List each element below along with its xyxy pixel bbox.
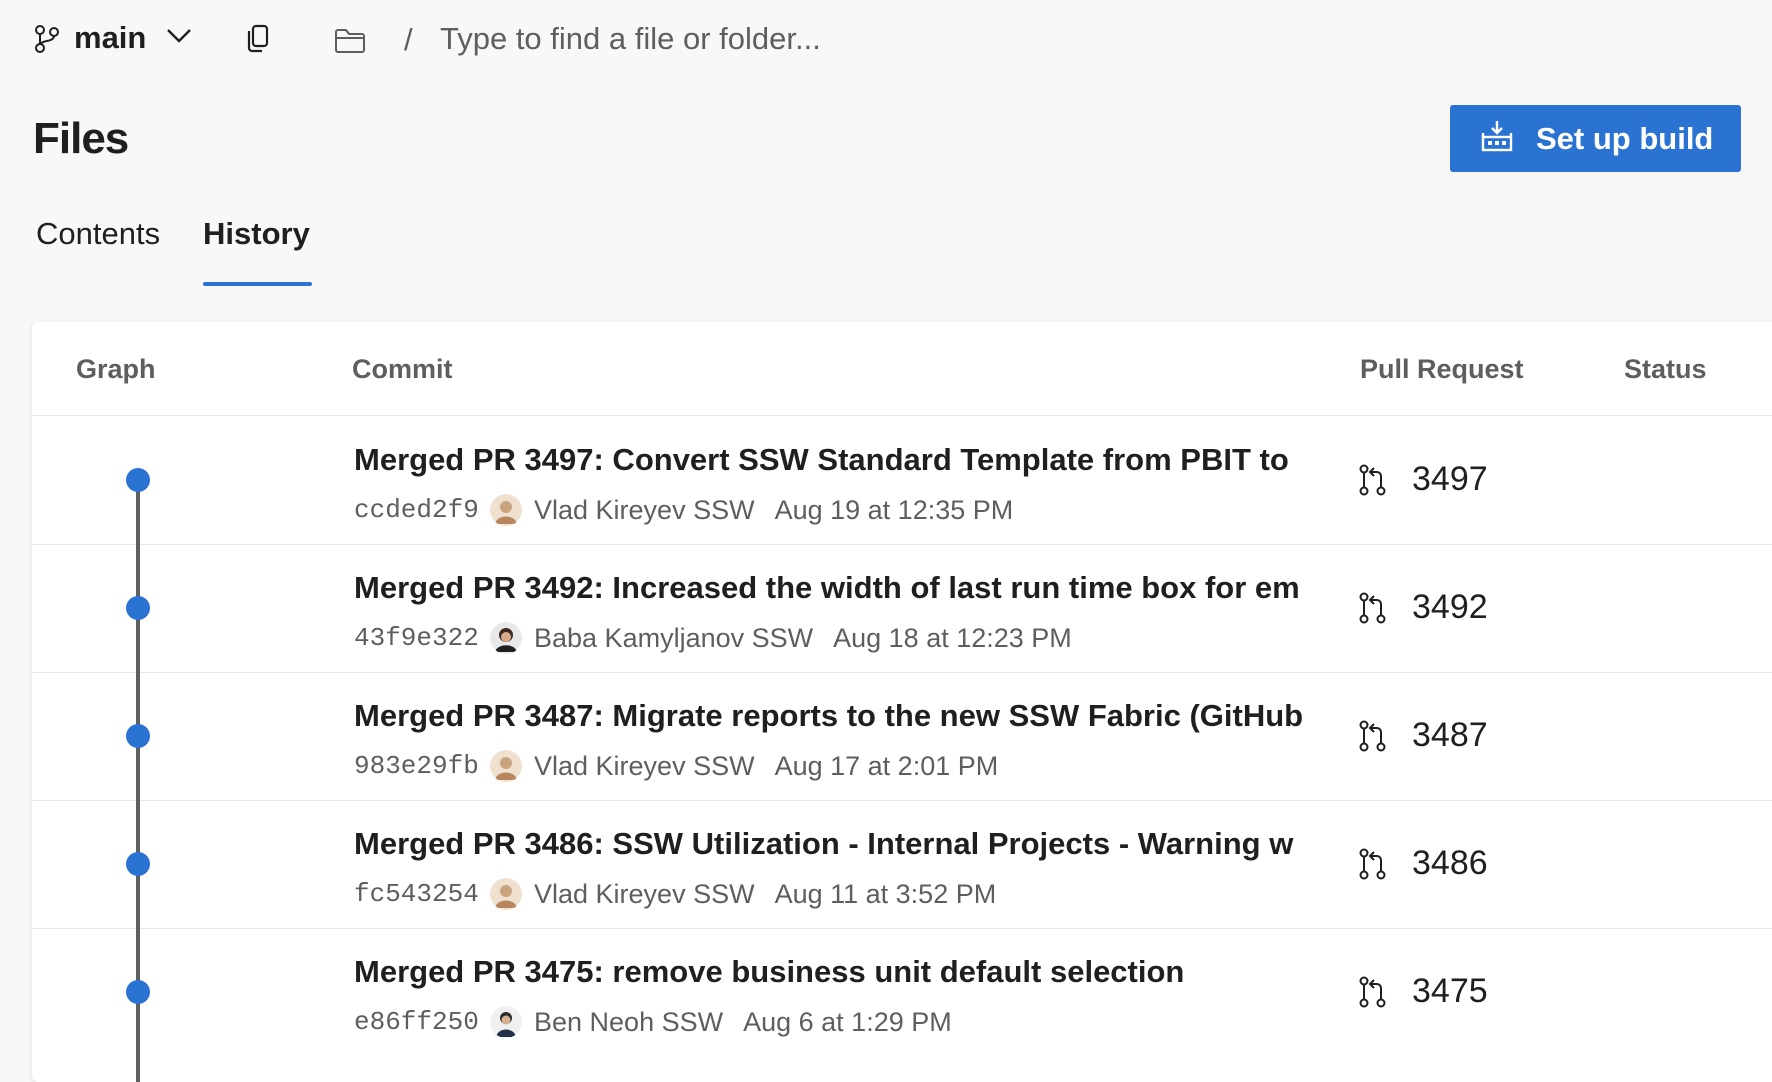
branch-icon bbox=[34, 24, 60, 59]
history-table: Graph Commit Pull Request Status Merged … bbox=[32, 322, 1772, 1082]
tab-history[interactable]: History bbox=[203, 216, 310, 252]
pull-request-link[interactable]: 3475 bbox=[1412, 972, 1488, 1011]
pull-request-link[interactable]: 3486 bbox=[1412, 844, 1488, 883]
table-header: Graph Commit Pull Request Status bbox=[32, 322, 1772, 416]
path-search-input[interactable] bbox=[440, 16, 1040, 62]
commit-date: Aug 18 at 12:23 PM bbox=[833, 622, 1072, 653]
branch-selector[interactable]: main bbox=[74, 20, 146, 56]
commit-title[interactable]: Merged PR 3486: SSW Utilization - Intern… bbox=[354, 826, 1337, 862]
commit-date: Aug 19 at 12:35 PM bbox=[774, 494, 1014, 525]
avatar bbox=[490, 622, 522, 654]
set-up-build-button[interactable]: Set up build bbox=[1450, 105, 1741, 172]
copy-icon[interactable] bbox=[246, 24, 270, 59]
page-title: Files bbox=[33, 114, 129, 163]
graph-commit-dot bbox=[126, 852, 150, 876]
pull-request-link[interactable]: 3497 bbox=[1412, 460, 1488, 499]
column-header-pull-request: Pull Request bbox=[1360, 354, 1524, 384]
commit-author[interactable]: Vlad Kireyev SSW bbox=[534, 879, 755, 910]
commit-author[interactable]: Ben Neoh SSW bbox=[534, 1007, 723, 1038]
avatar bbox=[490, 878, 522, 910]
pull-request-icon bbox=[1359, 464, 1387, 501]
graph-commit-dot bbox=[126, 596, 150, 620]
commit-title[interactable]: Merged PR 3487: Migrate reports to the n… bbox=[354, 698, 1337, 734]
tab-contents[interactable]: Contents bbox=[36, 216, 160, 252]
graph-commit-dot bbox=[126, 468, 150, 492]
pull-request-icon bbox=[1359, 848, 1387, 885]
graph-line bbox=[136, 928, 140, 1082]
commit-meta: fc543254 Vlad Kireyev SSW Aug 11 at 3:52… bbox=[354, 876, 996, 912]
table-row[interactable]: Merged PR 3486: SSW Utilization - Intern… bbox=[32, 800, 1772, 929]
repo-toolbar: main / bbox=[0, 0, 1772, 80]
commit-hash[interactable]: ccded2f9 bbox=[354, 495, 490, 525]
pull-request-icon bbox=[1359, 720, 1387, 757]
path-separator: / bbox=[404, 22, 413, 57]
avatar bbox=[490, 1006, 522, 1038]
commit-hash[interactable]: e86ff250 bbox=[354, 1007, 490, 1037]
build-pipeline-icon bbox=[1480, 119, 1514, 158]
pull-request-icon bbox=[1359, 592, 1387, 629]
commit-hash[interactable]: fc543254 bbox=[354, 879, 490, 909]
graph-commit-dot bbox=[126, 724, 150, 748]
commit-title[interactable]: Merged PR 3475: remove business unit def… bbox=[354, 954, 1337, 990]
table-row[interactable]: Merged PR 3487: Migrate reports to the n… bbox=[32, 672, 1772, 801]
commit-author[interactable]: Vlad Kireyev SSW bbox=[534, 495, 755, 526]
column-header-graph: Graph bbox=[76, 354, 156, 384]
set-up-build-label: Set up build bbox=[1536, 120, 1714, 156]
folder-icon[interactable] bbox=[334, 28, 366, 59]
graph-commit-dot bbox=[126, 980, 150, 1004]
column-header-commit: Commit bbox=[352, 354, 453, 384]
pull-request-link[interactable]: 3487 bbox=[1412, 716, 1488, 755]
commit-meta: e86ff250 Ben Neoh SSW Aug 6 at 1:29 PM bbox=[354, 1004, 952, 1040]
commit-meta: 43f9e322 Baba Kamyljanov SSW Aug 18 at 1… bbox=[354, 620, 1072, 656]
commit-hash[interactable]: 43f9e322 bbox=[354, 623, 490, 653]
commit-date: Aug 11 at 3:52 PM bbox=[774, 878, 997, 909]
commit-title[interactable]: Merged PR 3492: Increased the width of l… bbox=[354, 570, 1337, 606]
avatar bbox=[490, 750, 522, 782]
pull-request-link[interactable]: 3492 bbox=[1412, 588, 1488, 627]
commit-date: Aug 17 at 2:01 PM bbox=[774, 750, 999, 781]
commit-author[interactable]: Vlad Kireyev SSW bbox=[534, 751, 755, 782]
commit-meta: 983e29fb Vlad Kireyev SSW Aug 17 at 2:01… bbox=[354, 748, 998, 784]
pull-request-icon bbox=[1359, 976, 1387, 1013]
chevron-down-icon[interactable] bbox=[166, 28, 192, 49]
table-row[interactable]: Merged PR 3497: Convert SSW Standard Tem… bbox=[32, 416, 1772, 545]
commit-title[interactable]: Merged PR 3497: Convert SSW Standard Tem… bbox=[354, 442, 1337, 478]
commit-author[interactable]: Baba Kamyljanov SSW bbox=[534, 623, 813, 654]
commit-hash[interactable]: 983e29fb bbox=[354, 751, 490, 781]
commit-date: Aug 6 at 1:29 PM bbox=[743, 1006, 952, 1037]
table-row[interactable]: Merged PR 3475: remove business unit def… bbox=[32, 928, 1772, 1082]
commit-meta: ccded2f9 Vlad Kireyev SSW Aug 19 at 12:3… bbox=[354, 492, 1013, 528]
column-header-status: Status bbox=[1624, 354, 1707, 384]
table-row[interactable]: Merged PR 3492: Increased the width of l… bbox=[32, 544, 1772, 673]
avatar bbox=[490, 494, 522, 526]
active-tab-indicator bbox=[203, 282, 312, 286]
